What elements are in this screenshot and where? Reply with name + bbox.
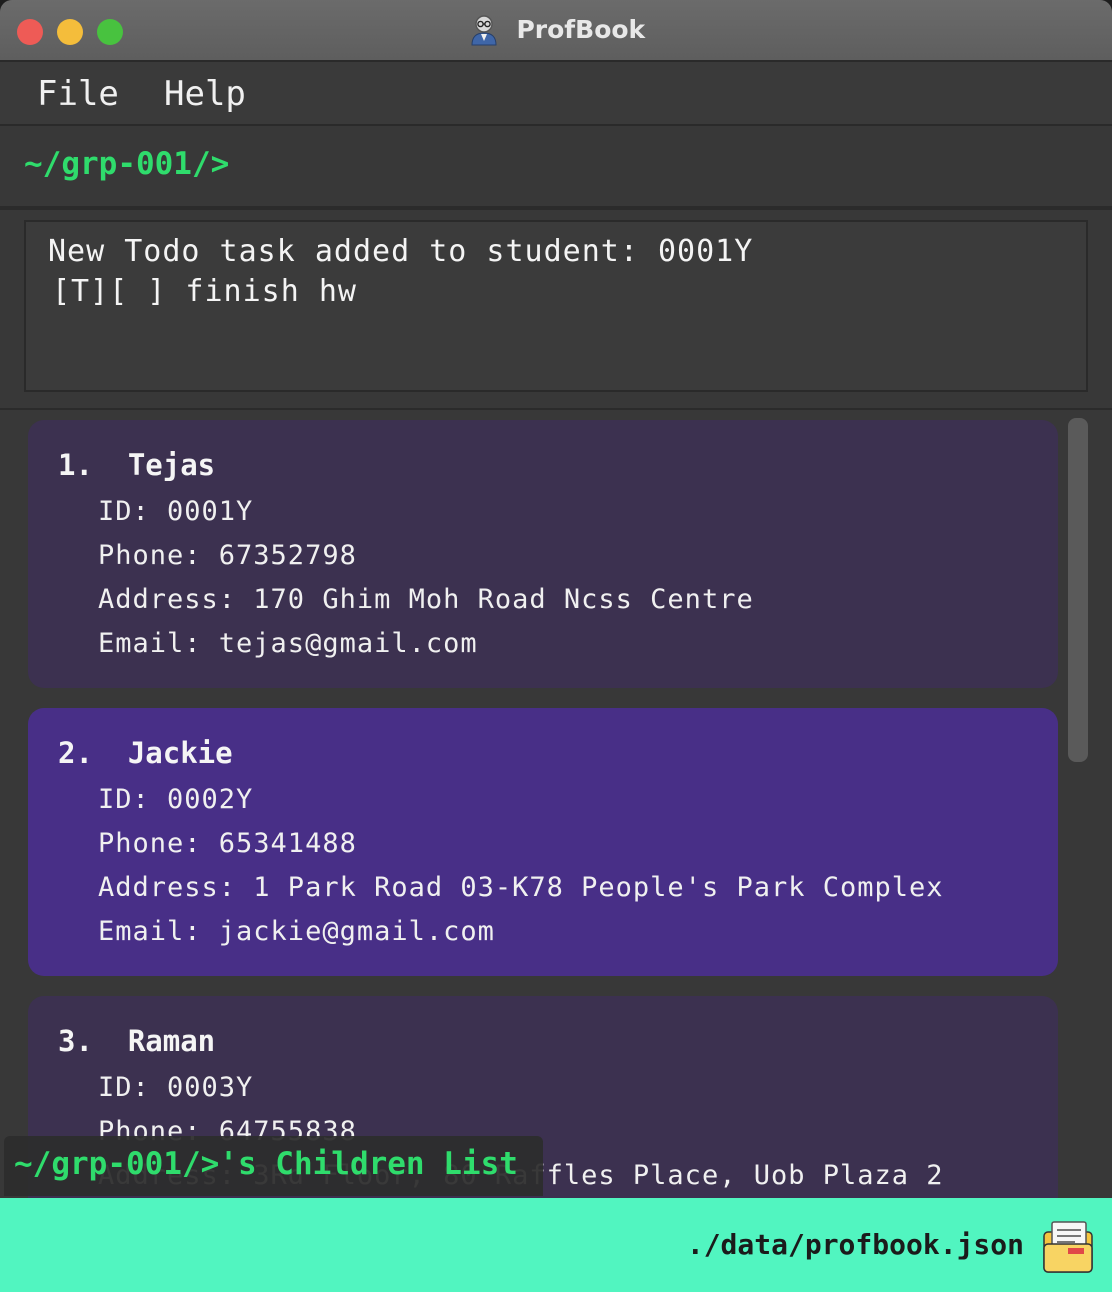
student-id: ID: 0001Y — [98, 496, 254, 527]
student-index: 2. — [58, 736, 93, 770]
command-box[interactable]: ~/grp-001/> — [0, 126, 1112, 210]
student-email: Email: tejas@gmail.com — [98, 628, 478, 659]
student-address: Address: 170 Ghim Moh Road Ncss Centre — [98, 584, 754, 615]
list-heading-text: ~/grp-001/>'s Children List — [14, 1146, 518, 1182]
student-title: 1. Tejas — [58, 448, 215, 482]
result-line: [T][ ] finish hw — [52, 274, 357, 309]
status-bar: ./data/profbook.json — [0, 1198, 1112, 1292]
app-window: ProfBook File Help ~/grp-001/> New Todo … — [0, 0, 1112, 1292]
student-address: Address: 1 Park Road 03-K78 People's Par… — [98, 872, 944, 903]
student-email: Email: jackie@gmail.com — [98, 916, 495, 947]
command-prompt[interactable]: ~/grp-001/> — [24, 146, 229, 182]
student-list-panel[interactable]: 1. Tejas ID: 0001Y Phone: 67352798 Addre… — [0, 410, 1112, 1198]
menu-bar: File Help — [0, 62, 1112, 126]
result-line: New Todo task added to student: 0001Y — [48, 234, 754, 269]
student-index: 3. — [58, 1024, 93, 1058]
student-card-selected[interactable]: 2. Jackie ID: 0002Y Phone: 65341488 Addr… — [28, 708, 1058, 976]
folder-file-icon — [1043, 1221, 1093, 1273]
data-file-path: ./data/profbook.json — [686, 1228, 1024, 1261]
student-id: ID: 0002Y — [98, 784, 254, 815]
list-heading: ~/grp-001/>'s Children List — [4, 1136, 543, 1196]
title-bar[interactable]: ProfBook — [0, 0, 1112, 62]
menu-help[interactable]: Help — [164, 74, 246, 114]
student-title: 3. Raman — [58, 1024, 215, 1058]
student-name: Raman — [127, 1024, 216, 1058]
student-name: Jackie — [127, 736, 233, 770]
student-name: Tejas — [127, 448, 216, 482]
professor-avatar-icon — [471, 15, 497, 46]
student-id: ID: 0003Y — [98, 1072, 254, 1103]
menu-file[interactable]: File — [37, 74, 119, 114]
list-scrollbar[interactable] — [1068, 418, 1088, 762]
student-phone: Phone: 65341488 — [98, 828, 357, 859]
result-display-area: New Todo task added to student: 0001Y [T… — [0, 210, 1112, 411]
student-phone: Phone: 67352798 — [98, 540, 357, 571]
result-display[interactable]: New Todo task added to student: 0001Y [T… — [24, 220, 1088, 392]
window-title: ProfBook — [516, 14, 646, 44]
student-card[interactable]: 1. Tejas ID: 0001Y Phone: 67352798 Addre… — [28, 420, 1058, 688]
student-index: 1. — [58, 448, 93, 482]
student-title: 2. Jackie — [58, 736, 233, 770]
